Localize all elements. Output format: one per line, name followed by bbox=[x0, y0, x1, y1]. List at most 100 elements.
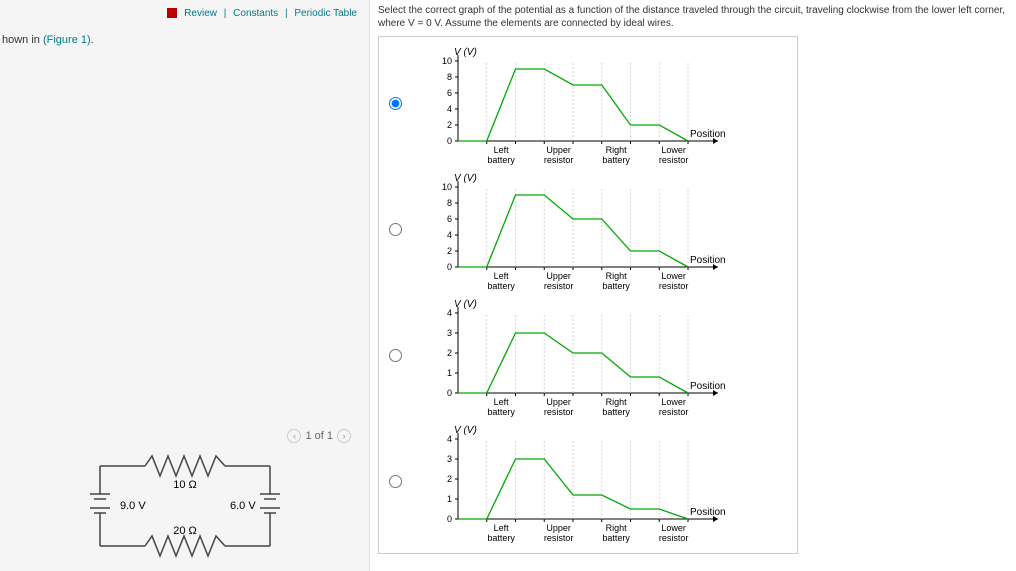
svg-text:battery: battery bbox=[487, 155, 515, 165]
figure-nav: ‹ 1 of 1 › bbox=[287, 429, 351, 443]
svg-text:Upper: Upper bbox=[546, 523, 571, 533]
svg-text:V (V): V (V) bbox=[454, 173, 477, 184]
svg-text:battery: battery bbox=[602, 407, 630, 417]
hint-suffix: . bbox=[91, 34, 94, 46]
graph-box-2: V (V)01234PositionLeftbatteryUpperresist… bbox=[410, 295, 770, 419]
option-radio-0[interactable] bbox=[389, 97, 402, 110]
svg-text:battery: battery bbox=[602, 155, 630, 165]
svg-text:Upper: Upper bbox=[546, 397, 571, 407]
graph-2: V (V)01234PositionLeftbatteryUpperresist… bbox=[410, 295, 770, 419]
svg-text:0: 0 bbox=[447, 388, 452, 398]
svg-text:4: 4 bbox=[447, 308, 452, 318]
v-right-label: 6.0 V bbox=[230, 500, 256, 512]
svg-text:8: 8 bbox=[447, 198, 452, 208]
graph-1: V (V)0246810PositionLeftbatteryUpperresi… bbox=[410, 169, 770, 293]
svg-text:resistor: resistor bbox=[544, 407, 574, 417]
svg-text:0: 0 bbox=[447, 514, 452, 524]
graph-3: V (V)01234PositionLeftbatteryUpperresist… bbox=[410, 421, 770, 545]
svg-text:resistor: resistor bbox=[659, 533, 689, 543]
figure-hint: hown in (Figure 1). bbox=[2, 34, 94, 46]
flag-icon[interactable] bbox=[167, 8, 177, 18]
svg-text:resistor: resistor bbox=[544, 155, 574, 165]
graph-box-1: V (V)0246810PositionLeftbatteryUpperresi… bbox=[410, 169, 770, 293]
svg-text:battery: battery bbox=[487, 533, 515, 543]
svg-text:resistor: resistor bbox=[544, 533, 574, 543]
svg-text:2: 2 bbox=[447, 474, 452, 484]
periodic-link[interactable]: Periodic Table bbox=[294, 8, 357, 19]
svg-text:Upper: Upper bbox=[546, 145, 571, 155]
svg-text:V (V): V (V) bbox=[454, 299, 477, 310]
svg-text:Right: Right bbox=[606, 145, 628, 155]
next-button[interactable]: › bbox=[337, 429, 351, 443]
option-radio-1[interactable] bbox=[389, 223, 402, 236]
svg-text:V (V): V (V) bbox=[454, 47, 477, 58]
svg-text:battery: battery bbox=[487, 281, 515, 291]
left-panel: Review | Constants | Periodic Table hown… bbox=[0, 0, 370, 571]
svg-text:10: 10 bbox=[442, 56, 452, 66]
option-row-0: V (V)0246810PositionLeftbatteryUpperresi… bbox=[385, 43, 795, 167]
svg-text:Position: Position bbox=[690, 381, 726, 392]
svg-text:V (V): V (V) bbox=[454, 425, 477, 436]
svg-text:6: 6 bbox=[447, 88, 452, 98]
svg-text:10: 10 bbox=[442, 182, 452, 192]
option-radio-2[interactable] bbox=[389, 349, 402, 362]
r-bottom-label: 20 Ω bbox=[173, 525, 197, 537]
figure-link[interactable]: (Figure 1) bbox=[43, 34, 91, 46]
svg-text:Position: Position bbox=[690, 129, 726, 140]
right-panel: Select the correct graph of the potentia… bbox=[370, 0, 1016, 571]
svg-text:3: 3 bbox=[447, 328, 452, 338]
svg-text:resistor: resistor bbox=[659, 407, 689, 417]
graph-box-3: V (V)01234PositionLeftbatteryUpperresist… bbox=[410, 421, 770, 545]
options-box: V (V)0246810PositionLeftbatteryUpperresi… bbox=[378, 36, 798, 554]
separator: | bbox=[285, 8, 288, 19]
separator: | bbox=[224, 8, 227, 19]
top-links: Review | Constants | Periodic Table bbox=[167, 8, 357, 19]
svg-text:Right: Right bbox=[606, 523, 628, 533]
review-link[interactable]: Review bbox=[184, 8, 217, 19]
hint-prefix: hown in bbox=[2, 34, 43, 46]
svg-text:Left: Left bbox=[494, 523, 510, 533]
option-radio-3[interactable] bbox=[389, 475, 402, 488]
svg-text:0: 0 bbox=[447, 136, 452, 146]
svg-text:Right: Right bbox=[606, 397, 628, 407]
svg-text:4: 4 bbox=[447, 104, 452, 114]
svg-text:Lower: Lower bbox=[661, 523, 686, 533]
figure-counter: 1 of 1 bbox=[305, 430, 333, 442]
svg-text:Upper: Upper bbox=[546, 271, 571, 281]
v-left-label: 9.0 V bbox=[120, 500, 146, 512]
svg-text:1: 1 bbox=[447, 368, 452, 378]
graph-0: V (V)0246810PositionLeftbatteryUpperresi… bbox=[410, 43, 770, 167]
svg-text:Left: Left bbox=[494, 397, 510, 407]
svg-text:Left: Left bbox=[494, 145, 510, 155]
svg-text:2: 2 bbox=[447, 348, 452, 358]
svg-text:4: 4 bbox=[447, 434, 452, 444]
graph-box-0: V (V)0246810PositionLeftbatteryUpperresi… bbox=[410, 43, 770, 167]
option-row-1: V (V)0246810PositionLeftbatteryUpperresi… bbox=[385, 169, 795, 293]
option-row-2: V (V)01234PositionLeftbatteryUpperresist… bbox=[385, 295, 795, 419]
svg-text:battery: battery bbox=[602, 533, 630, 543]
option-row-3: V (V)01234PositionLeftbatteryUpperresist… bbox=[385, 421, 795, 545]
svg-text:battery: battery bbox=[602, 281, 630, 291]
svg-text:3: 3 bbox=[447, 454, 452, 464]
svg-text:battery: battery bbox=[487, 407, 515, 417]
svg-text:Right: Right bbox=[606, 271, 628, 281]
svg-text:Lower: Lower bbox=[661, 145, 686, 155]
svg-text:Position: Position bbox=[690, 507, 726, 518]
svg-text:0: 0 bbox=[447, 262, 452, 272]
svg-text:resistor: resistor bbox=[659, 281, 689, 291]
svg-text:4: 4 bbox=[447, 230, 452, 240]
svg-text:Lower: Lower bbox=[661, 397, 686, 407]
svg-text:2: 2 bbox=[447, 246, 452, 256]
r-top-label: 10 Ω bbox=[173, 479, 197, 491]
question-text: Select the correct graph of the potentia… bbox=[378, 4, 1016, 30]
svg-text:Lower: Lower bbox=[661, 271, 686, 281]
svg-text:6: 6 bbox=[447, 214, 452, 224]
circuit-diagram: 10 Ω 20 Ω 9.0 V 6.0 V bbox=[80, 446, 290, 566]
constants-link[interactable]: Constants bbox=[233, 8, 278, 19]
svg-text:Position: Position bbox=[690, 255, 726, 266]
svg-text:Left: Left bbox=[494, 271, 510, 281]
svg-text:resistor: resistor bbox=[544, 281, 574, 291]
prev-button[interactable]: ‹ bbox=[287, 429, 301, 443]
svg-text:1: 1 bbox=[447, 494, 452, 504]
svg-text:resistor: resistor bbox=[659, 155, 689, 165]
